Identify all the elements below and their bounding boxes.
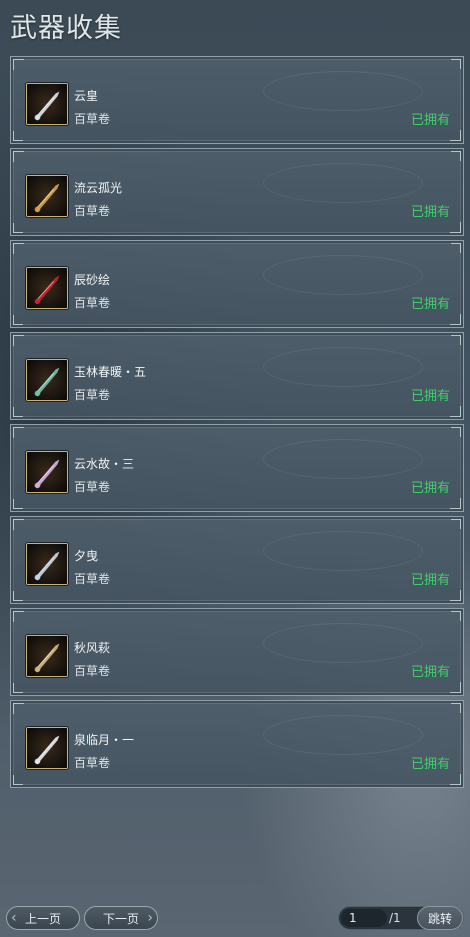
jump-button[interactable]: 跳转 — [417, 906, 463, 930]
weapon-card[interactable]: 泉临月・一百草卷 已拥有 — [10, 700, 464, 788]
card-corner-ornament — [451, 151, 461, 161]
page-jump-control: /1 跳转 — [338, 906, 464, 930]
cloud-pattern-decoration — [263, 715, 423, 755]
weapon-name: 秋风萩 — [74, 641, 111, 655]
next-page-button[interactable]: 下一页 › — [84, 906, 158, 930]
card-corner-ornament — [13, 499, 23, 509]
card-corner-ornament — [13, 591, 23, 601]
card-corner-ornament — [13, 775, 23, 785]
owned-status-badge: 已拥有 — [410, 481, 450, 496]
weapon-source: 百草卷 — [74, 572, 111, 586]
card-corner-ornament — [451, 427, 461, 437]
owned-status-badge: 已拥有 — [410, 665, 450, 680]
feather-blade-icon — [26, 543, 68, 585]
golden-blade-icon — [26, 175, 68, 217]
weapon-name: 流云孤光 — [74, 181, 123, 195]
weapon-source: 百草卷 — [74, 756, 111, 770]
chevron-right-icon: › — [147, 910, 153, 926]
card-corner-ornament — [451, 59, 461, 69]
owned-status-badge: 已拥有 — [410, 757, 450, 772]
cloud-pattern-decoration — [263, 623, 423, 663]
weapon-name: 云水故・三 — [74, 457, 135, 471]
card-corner-ornament — [13, 683, 23, 693]
prev-page-label: 上一页 — [24, 911, 61, 926]
card-corner-ornament — [13, 223, 23, 233]
next-page-label: 下一页 — [102, 911, 139, 926]
owned-status-badge: 已拥有 — [410, 205, 450, 220]
weapon-name: 云皇 — [74, 89, 99, 103]
weapon-card[interactable]: 夕曳百草卷 已拥有 — [10, 516, 464, 604]
weapon-name: 泉临月・一 — [74, 733, 135, 747]
autumn-blade-icon — [26, 635, 68, 677]
card-corner-ornament — [13, 315, 23, 325]
card-corner-ornament — [13, 407, 23, 417]
weapon-source: 百草卷 — [74, 204, 111, 218]
owned-status-badge: 已拥有 — [410, 113, 450, 128]
cloud-pattern-decoration — [263, 531, 423, 571]
card-corner-ornament — [451, 335, 461, 345]
weapon-card[interactable]: 辰砂绘百草卷 已拥有 — [10, 240, 464, 328]
weapon-source: 百草卷 — [74, 480, 111, 494]
weapon-name: 夕曳 — [74, 549, 99, 563]
weapon-name: 辰砂绘 — [74, 273, 111, 287]
weapon-source: 百草卷 — [74, 112, 111, 126]
weapon-list: 云皇 百草卷 已拥有 流云孤光 百草卷 已拥有 辰砂绘 百草卷 已拥有 玉林春暖・五 百草卷 已拥有云… — [10, 56, 464, 792]
weapon-source: 百草卷 — [74, 388, 111, 402]
cloud-pattern-decoration — [263, 163, 423, 203]
page-number-input[interactable] — [341, 909, 387, 927]
red-ribbon-blade-icon — [26, 267, 68, 309]
fan-weapon-icon — [26, 83, 68, 125]
card-corner-ornament — [451, 611, 461, 621]
owned-status-badge: 已拥有 — [410, 297, 450, 312]
weapon-card[interactable]: 秋风萩百草卷 已拥有 — [10, 608, 464, 696]
owned-status-badge: 已拥有 — [410, 573, 450, 588]
weapon-card[interactable]: 云水故・三百草卷 已拥有 — [10, 424, 464, 512]
card-corner-ornament — [451, 243, 461, 253]
silver-moon-blade-icon — [26, 727, 68, 769]
card-corner-ornament — [451, 703, 461, 713]
flower-blade-icon — [26, 451, 68, 493]
weapon-card[interactable]: 玉林春暖・五 百草卷 已拥有 — [10, 332, 464, 420]
page-title: 武器收集 — [10, 13, 122, 44]
cloud-pattern-decoration — [263, 71, 423, 111]
page-total: /1 — [389, 911, 401, 925]
owned-status-badge: 已拥有 — [410, 389, 450, 404]
cloud-pattern-decoration — [263, 347, 423, 387]
cloud-pattern-decoration — [263, 439, 423, 479]
card-corner-ornament — [451, 519, 461, 529]
weapon-card[interactable]: 云皇百草卷 已拥有 — [10, 56, 464, 144]
weapon-source: 百草卷 — [74, 664, 111, 678]
prev-page-button[interactable]: ‹ 上一页 — [6, 906, 80, 930]
card-corner-ornament — [13, 131, 23, 141]
jade-ornate-blade-icon — [26, 359, 68, 401]
weapon-card[interactable]: 流云孤光百草卷 已拥有 — [10, 148, 464, 236]
chevron-left-icon: ‹ — [11, 910, 17, 926]
cloud-pattern-decoration — [263, 255, 423, 295]
weapon-source: 百草卷 — [74, 296, 111, 310]
weapon-name: 玉林春暖・五 — [74, 365, 147, 379]
